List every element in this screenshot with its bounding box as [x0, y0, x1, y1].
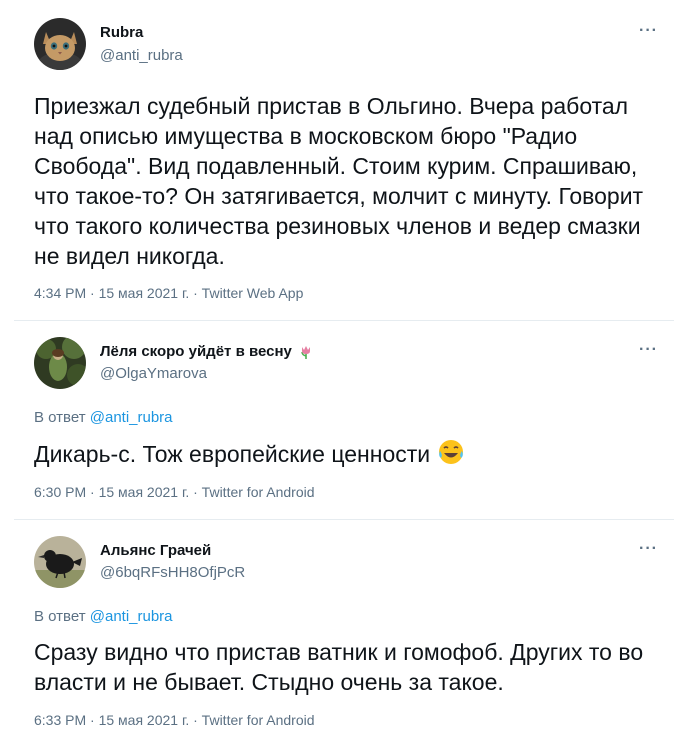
avatar[interactable] — [34, 18, 86, 70]
more-options-icon[interactable]: ··· — [639, 22, 658, 40]
tweet-3[interactable]: Альянс Грачей @6bqRFsHH8OfjPcR ··· В отв… — [14, 520, 674, 747]
tweet-timestamp[interactable]: 6:33 PM · 15 мая 2021 г. · Twitter for A… — [34, 712, 315, 728]
reply-to-handle[interactable]: @anti_rubra — [90, 608, 173, 625]
reply-to-label: В ответ @anti_rubra — [34, 608, 173, 625]
author-name[interactable]: Rubra — [100, 24, 143, 41]
author-name[interactable]: Альянс Грачей — [100, 542, 211, 559]
author-handle[interactable]: @6bqRFsHH8OfjPcR — [100, 564, 245, 581]
tweet-2[interactable]: Лёля скоро уйдёт в весну @OlgaYmarova ··… — [14, 321, 674, 519]
avatar[interactable] — [34, 337, 86, 389]
avatar[interactable] — [34, 536, 86, 588]
forest-avatar-icon — [34, 337, 86, 389]
tweet-1[interactable]: Rubra @anti_rubra ··· Приезжал судебный … — [14, 0, 674, 320]
tweet-timestamp[interactable]: 6:30 PM · 15 мая 2021 г. · Twitter for A… — [34, 484, 315, 500]
more-options-icon[interactable]: ··· — [639, 540, 658, 558]
tweet-text: Сразу видно что пристав ватник и гомофоб… — [34, 639, 644, 695]
tweet-timestamp[interactable]: 4:34 PM · 15 мая 2021 г. · Twitter Web A… — [34, 285, 303, 301]
crow-avatar-icon — [34, 536, 86, 588]
reply-to-label: В ответ @anti_rubra — [34, 409, 173, 426]
author-name[interactable]: Лёля скоро уйдёт в весну — [100, 343, 314, 360]
cat-avatar-icon — [34, 18, 86, 70]
tweet-text: Дикарь-с. Тож европейские ценности — [34, 438, 664, 469]
tweet-text: Приезжал судебный пристав в Ольгино. Вче… — [34, 93, 644, 269]
author-handle[interactable]: @OlgaYmarova — [100, 365, 207, 382]
more-options-icon[interactable]: ··· — [639, 341, 658, 359]
tulip-icon — [301, 345, 310, 359]
author-handle[interactable]: @anti_rubra — [100, 47, 183, 64]
laughing-tears-emoji-icon — [438, 440, 463, 464]
reply-to-handle[interactable]: @anti_rubra — [90, 409, 173, 426]
